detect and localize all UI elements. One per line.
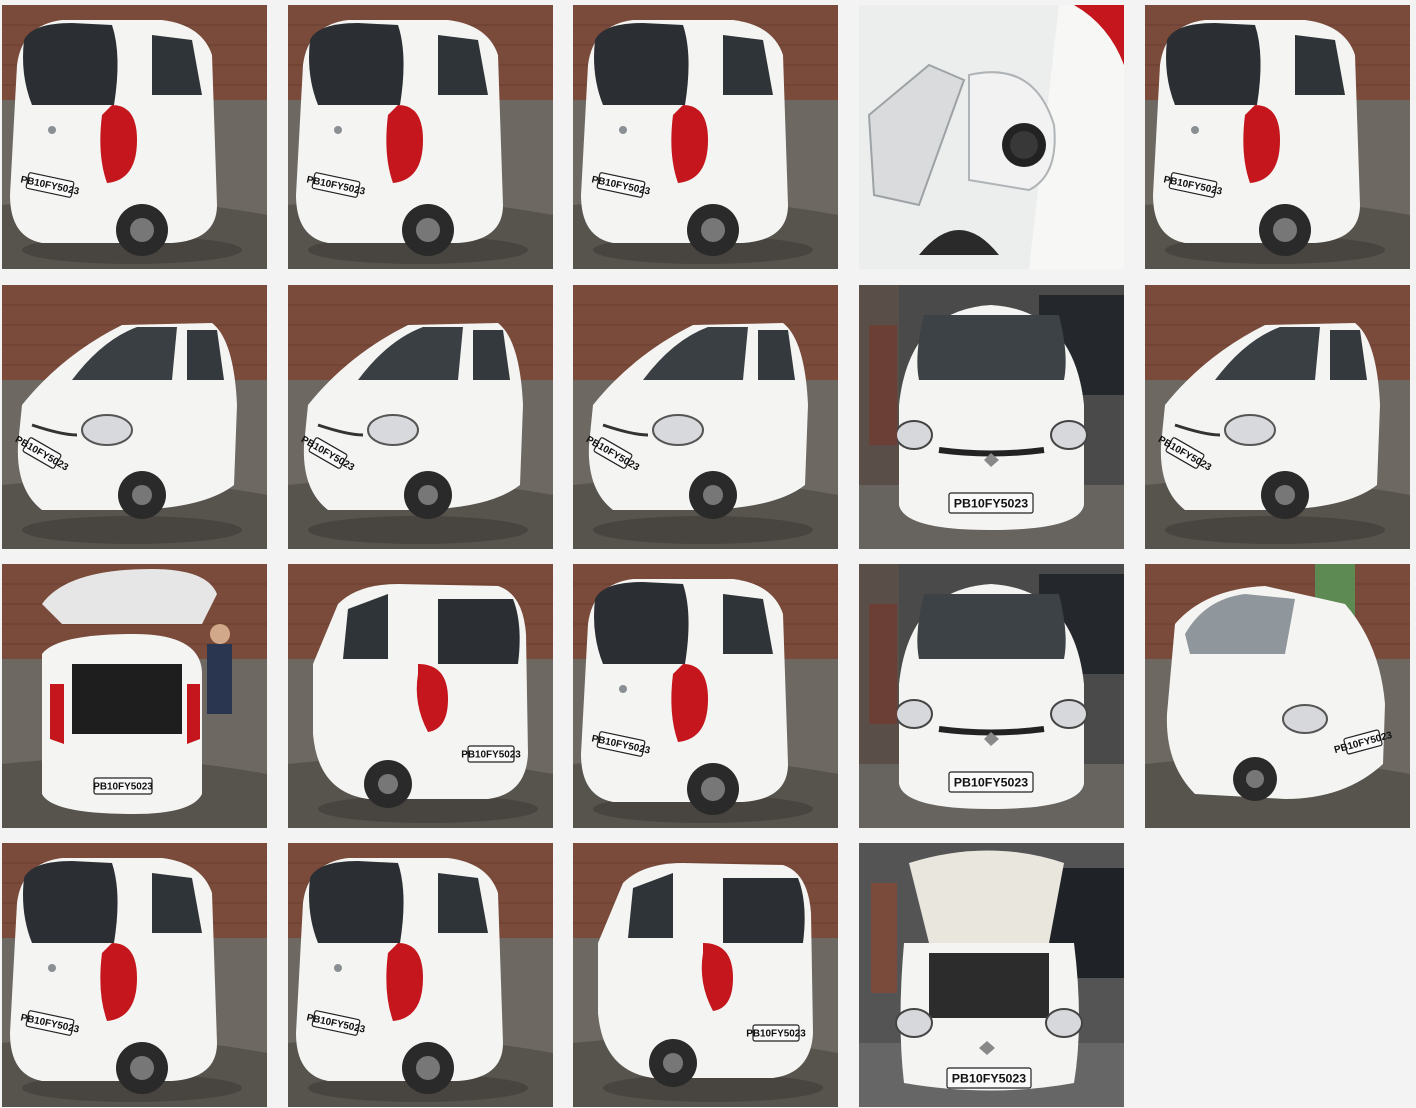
number-plate-text: PB10FY5023 (954, 775, 1029, 789)
car-photo-thumbnail-front-left[interactable]: PB10FY5023 (2, 285, 267, 549)
number-plate-text: PB10FY5023 (93, 782, 153, 793)
car-photo-thumbnail-front-left[interactable]: PB10FY5023 (573, 285, 838, 549)
car-photo-thumbnail-boot-open[interactable]: PB10FY5023 (2, 564, 267, 828)
car-photo: PB10FY5023 (573, 564, 838, 828)
number-plate-text: PB10FY5023 (954, 496, 1029, 510)
car-photo-thumbnail-rear-left[interactable]: PB10FY5023 (1145, 5, 1410, 269)
car-photo-thumbnail-rear-left[interactable]: PB10FY5023 (2, 5, 267, 269)
car-photo-thumbnail-front-right[interactable]: PB10FY5023 (1145, 564, 1410, 828)
car-photo: PB10FY5023 (288, 5, 553, 269)
number-plate-text: PB10FY5023 (746, 1029, 806, 1040)
car-photo: PB10FY5023 (573, 5, 838, 269)
car-photo-thumbnail-rear-left[interactable]: PB10FY5023 (2, 843, 267, 1107)
car-photo-thumbnail-rear-right[interactable]: PB10FY5023 (288, 564, 553, 828)
car-photo: PB10FY5023 (859, 843, 1124, 1107)
car-photo: PB10FY5023 (859, 285, 1124, 549)
car-photo-thumbnail-rear-left[interactable]: PB10FY5023 (573, 5, 838, 269)
car-photo: PB10FY5023 (2, 5, 267, 269)
number-plate-text: PB10FY5023 (461, 750, 521, 761)
car-photo-thumbnail-rear-right[interactable]: PB10FY5023 (573, 843, 838, 1107)
car-photo-thumbnail-rear-left[interactable]: PB10FY5023 (288, 5, 553, 269)
car-photo: PB10FY5023 (2, 843, 267, 1107)
car-photo: PB10FY5023 (288, 843, 553, 1107)
car-photo: PB10FY5023 (1145, 5, 1410, 269)
car-photo-thumbnail-front-left[interactable]: PB10FY5023 (288, 285, 553, 549)
car-photo-thumbnail-fuel-cap[interactable] (859, 5, 1124, 269)
car-photo: PB10FY5023 (573, 285, 838, 549)
car-photo-thumbnail-front[interactable]: PB10FY5023 (859, 564, 1124, 828)
car-photo-thumbnail-bonnet-open[interactable]: PB10FY5023 (859, 843, 1124, 1107)
car-photo-thumbnail-rear-left[interactable]: PB10FY5023 (288, 843, 553, 1107)
car-photo: PB10FY5023 (2, 285, 267, 549)
photo-gallery: PB10FY5023 PB10FY5023 PB10FY5023 PB10FY5… (0, 0, 1416, 1108)
car-photo (859, 5, 1124, 269)
car-photo: PB10FY5023 (1145, 564, 1410, 828)
car-photo: PB10FY5023 (288, 285, 553, 549)
car-photo: PB10FY5023 (2, 564, 267, 828)
car-photo-thumbnail-front[interactable]: PB10FY5023 (859, 285, 1124, 549)
car-photo: PB10FY5023 (859, 564, 1124, 828)
car-photo-thumbnail-rear-left[interactable]: PB10FY5023 (573, 564, 838, 828)
car-photo-thumbnail-front-left[interactable]: PB10FY5023 (1145, 285, 1410, 549)
car-photo: PB10FY5023 (573, 843, 838, 1107)
car-photo: PB10FY5023 (288, 564, 553, 828)
number-plate-text: PB10FY5023 (952, 1071, 1027, 1085)
car-photo: PB10FY5023 (1145, 285, 1410, 549)
